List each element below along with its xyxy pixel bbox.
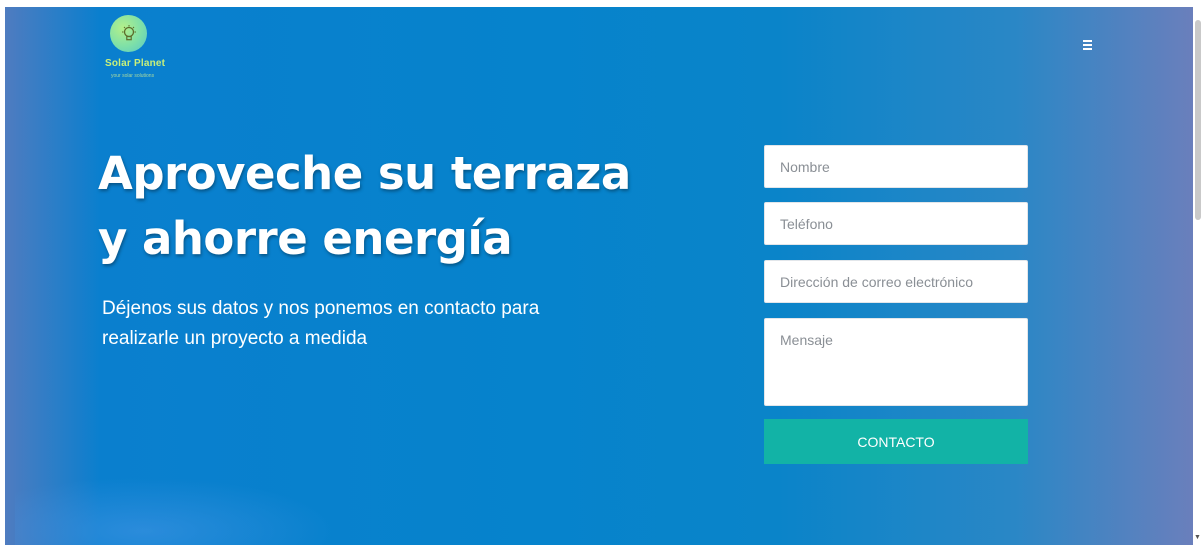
- subline-line-1: Déjenos sus datos y nos ponemos en conta…: [102, 298, 540, 319]
- headline-line-2: y ahorre energía: [98, 212, 513, 265]
- hero-headline: Aproveche su terraza y ahorre energía: [98, 141, 718, 271]
- hero-background-glow: [15, 477, 335, 545]
- email-field[interactable]: [764, 260, 1028, 303]
- headline-line-1: Aproveche su terraza: [98, 147, 631, 200]
- page-scrollbar[interactable]: ▼: [1193, 0, 1203, 545]
- name-field[interactable]: [764, 145, 1028, 188]
- lightbulb-icon: [110, 15, 147, 52]
- hero-subheadline: Déjenos sus datos y nos ponemos en conta…: [102, 294, 662, 354]
- logo-name: Solar Planet: [105, 58, 166, 69]
- scrollbar-thumb[interactable]: [1195, 20, 1201, 220]
- page: Solar Planet your solar solutions Aprove…: [0, 0, 1203, 545]
- phone-field[interactable]: [764, 202, 1028, 245]
- message-field[interactable]: [764, 318, 1028, 406]
- logo-tagline: your solar solutions: [111, 73, 155, 79]
- contact-submit-button[interactable]: CONTACTO: [764, 419, 1028, 464]
- subline-line-2: realizarle un proyecto a medida: [102, 328, 368, 349]
- hamburger-menu-icon[interactable]: [1083, 38, 1099, 54]
- scroll-down-arrow-icon[interactable]: ▼: [1194, 533, 1201, 543]
- site-logo[interactable]: Solar Planet your solar solutions: [105, 15, 175, 85]
